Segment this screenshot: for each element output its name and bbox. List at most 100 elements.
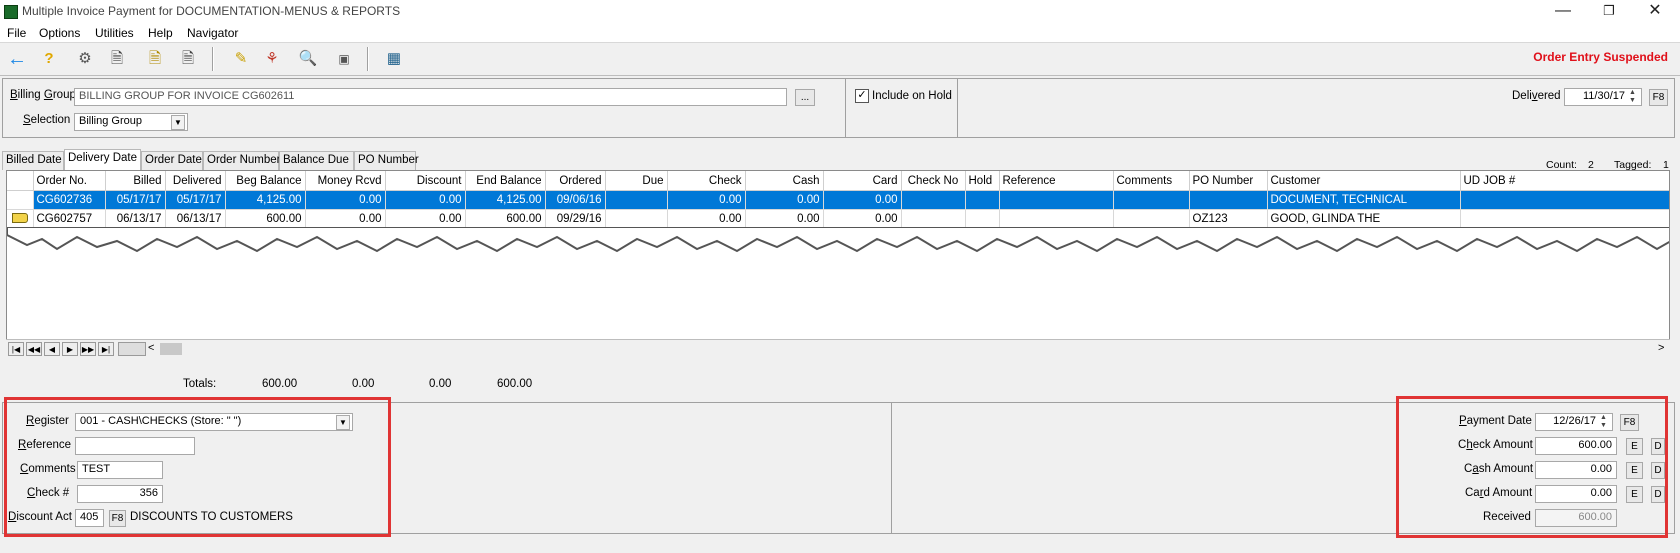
billing-group-browse-button[interactable]: ... [795, 89, 815, 106]
grid-cell[interactable]: 600.00 [225, 209, 306, 229]
magnifier-icon[interactable]: 🔍 [297, 49, 319, 69]
grid-cell[interactable]: 4,125.00 [225, 190, 306, 210]
grid-cell[interactable] [965, 190, 1000, 210]
grid-cell[interactable]: 0.00 [667, 209, 746, 229]
tab-order-number[interactable]: Order Number [203, 151, 281, 170]
column-header[interactable]: Due [605, 171, 668, 191]
calculator-icon[interactable]: ▦ [383, 49, 405, 69]
column-header[interactable]: Comments [1113, 171, 1190, 191]
table-row[interactable]: CG602757 06/13/17 06/13/17 600.00 0.00 0… [7, 209, 1669, 229]
grid-cell[interactable]: 0.00 [745, 190, 824, 210]
scroll-right-icon[interactable]: > [1658, 342, 1664, 354]
grid-cell[interactable] [1460, 190, 1669, 210]
menu-navigator[interactable]: Navigator [187, 26, 238, 40]
menu-utilities[interactable]: Utilities [95, 26, 134, 40]
column-header[interactable]: Customer [1267, 171, 1461, 191]
table-row[interactable]: CG602736 05/17/17 05/17/17 4,125.00 0.00… [7, 190, 1669, 210]
grid-cell[interactable]: OZ123 [1189, 209, 1268, 229]
last-record-icon[interactable]: ▶| [98, 342, 114, 356]
tab-delivery-date[interactable]: Delivery Date [64, 149, 141, 171]
column-header[interactable]: Ordered [545, 171, 606, 191]
column-header[interactable]: Card [823, 171, 902, 191]
grid-cell[interactable]: 0.00 [667, 190, 746, 210]
minimize-icon[interactable]: — [1540, 0, 1586, 24]
tab-billed-date[interactable]: Billed Date [2, 151, 64, 170]
previous-record-icon[interactable]: ◀ [44, 342, 60, 356]
help-icon[interactable]: ? [38, 49, 60, 69]
column-header[interactable]: UD JOB # [1460, 171, 1669, 191]
billing-group-field[interactable]: BILLING GROUP FOR INVOICE CG602611 [74, 88, 787, 106]
grid-cell[interactable]: 4,125.00 [465, 190, 546, 210]
column-header[interactable]: End Balance [465, 171, 546, 191]
grid-cell[interactable]: 0.00 [385, 190, 466, 210]
grid-cell[interactable]: DOCUMENT, TECHNICAL [1267, 190, 1461, 210]
previous-page-icon[interactable]: ◀◀ [26, 342, 42, 356]
column-header[interactable]: Hold [965, 171, 1000, 191]
menu-options[interactable]: Options [39, 26, 80, 40]
tag-icon[interactable]: ✎ [230, 49, 252, 69]
grid-cell[interactable]: 05/17/17 [165, 190, 226, 210]
document-remove-icon[interactable]: 🗎 [177, 49, 199, 69]
document-add-icon[interactable]: 🗎 [106, 49, 128, 69]
delivered-f8-button[interactable]: F8 [1649, 89, 1668, 106]
grid-cell[interactable] [999, 209, 1114, 229]
horizontal-scroll-thumb[interactable] [160, 343, 182, 355]
column-header[interactable]: Money Rcvd [305, 171, 386, 191]
column-header[interactable]: Reference [999, 171, 1114, 191]
grid-cell[interactable] [1460, 209, 1669, 229]
grid-cell[interactable] [965, 209, 1000, 229]
restore-icon[interactable]: ❐ [1586, 0, 1632, 24]
grid-cell[interactable]: GOOD, GLINDA THE [1267, 209, 1461, 229]
tools-icon[interactable]: ⚙ [74, 49, 96, 69]
grid-cell[interactable]: 0.00 [745, 209, 824, 229]
first-record-icon[interactable]: |◀ [8, 342, 24, 356]
column-header[interactable]: Billed [105, 171, 166, 191]
column-header[interactable]: Delivered [165, 171, 226, 191]
back-arrow-icon[interactable]: ← [6, 49, 28, 69]
grid-cell[interactable]: CG602736 [33, 190, 106, 210]
column-header[interactable]: Cash [745, 171, 824, 191]
selection-dropdown[interactable]: Billing Group ▼ [74, 113, 188, 131]
column-header[interactable]: Beg Balance [225, 171, 306, 191]
stamp-icon[interactable]: ▣ [333, 49, 355, 69]
grid-cell[interactable]: 09/29/16 [545, 209, 606, 229]
column-header[interactable]: Order No. [33, 171, 106, 191]
menu-help[interactable]: Help [148, 26, 173, 40]
chevron-down-icon[interactable]: ▼ [171, 115, 185, 130]
grid-cell[interactable] [999, 190, 1114, 210]
grid-cell[interactable]: 06/13/17 [165, 209, 226, 229]
grid-cell[interactable]: 05/17/17 [105, 190, 166, 210]
grid-cell[interactable] [1113, 209, 1190, 229]
grid-cell[interactable] [901, 190, 966, 210]
grid-cell[interactable] [1189, 190, 1268, 210]
grid-cell[interactable]: 600.00 [465, 209, 546, 229]
next-record-icon[interactable]: ▶ [62, 342, 78, 356]
date-spinner-icon[interactable]: ▲ ▼ [1629, 89, 1636, 105]
include-on-hold-checkbox[interactable]: ✓ [855, 89, 869, 103]
tab-order-date[interactable]: Order Date [141, 151, 203, 170]
grid-cell[interactable]: 0.00 [385, 209, 466, 229]
grid-cell[interactable] [605, 190, 668, 210]
close-icon[interactable]: ✕ [1632, 0, 1678, 24]
grid-cell[interactable]: 06/13/17 [105, 209, 166, 229]
menu-file[interactable]: File [7, 26, 26, 40]
grid-cell[interactable]: 0.00 [823, 190, 902, 210]
tab-balance-due[interactable]: Balance Due [279, 151, 354, 170]
document-edit-icon[interactable]: 🗎 [144, 49, 166, 69]
grid-cell[interactable] [1113, 190, 1190, 210]
grid-cell[interactable]: 0.00 [823, 209, 902, 229]
grid-cell[interactable] [605, 209, 668, 229]
column-header[interactable]: Discount [385, 171, 466, 191]
scroll-left-icon[interactable]: < [148, 342, 154, 354]
grid-cell[interactable]: 09/06/16 [545, 190, 606, 210]
flowchart-icon[interactable]: ⚘ [261, 49, 283, 69]
column-header[interactable]: PO Number [1189, 171, 1268, 191]
next-page-icon[interactable]: ▶▶ [80, 342, 96, 356]
tab-po-number[interactable]: PO Number [354, 151, 419, 170]
column-header[interactable]: Check [667, 171, 746, 191]
grid-cell[interactable]: CG602757 [33, 209, 106, 229]
grid-cell[interactable]: 0.00 [305, 190, 386, 210]
column-header[interactable]: Check No [901, 171, 966, 191]
grid-cell[interactable]: 0.00 [305, 209, 386, 229]
grid-cell[interactable] [901, 209, 966, 229]
